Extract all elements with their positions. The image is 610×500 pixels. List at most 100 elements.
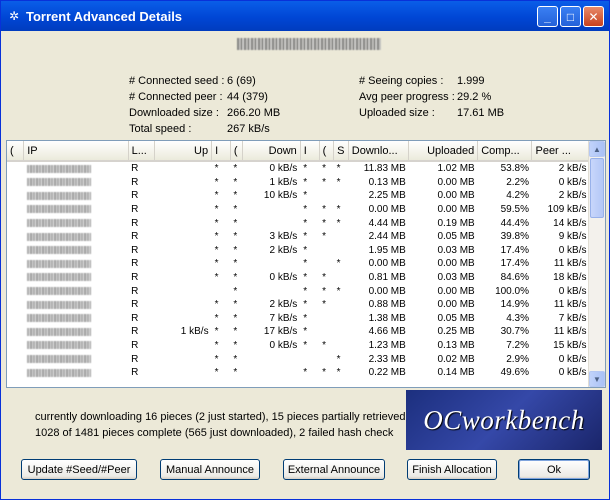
- ip-cell-redacted: [24, 284, 128, 298]
- column-header-down[interactable]: Down: [242, 141, 301, 162]
- table-row[interactable]: R * * 7 kB/s * 1.38 MB 0.05 MB 4.3% 7 kB/s: [7, 312, 590, 326]
- column-header[interactable]: (: [319, 141, 335, 162]
- uploaded-size-label: Uploaded size :: [359, 107, 435, 119]
- table-row[interactable]: R 1 kB/s * * 17 kB/s * 4.66 MB 0.25 MB 30.7% 11 k…: [7, 325, 590, 339]
- table-cell: [154, 216, 211, 230]
- column-header[interactable]: I: [211, 141, 231, 162]
- downloaded-size-label: Downloaded size :: [129, 107, 219, 119]
- table-cell: R: [131, 367, 139, 379]
- row-flag-cell: [7, 161, 24, 176]
- torrent-name-redacted: [237, 38, 381, 50]
- table-cell: [334, 298, 349, 312]
- close-icon[interactable]: ✕: [583, 6, 604, 27]
- table-cell: [334, 312, 349, 326]
- table-cell: *: [303, 204, 308, 216]
- table-row[interactable]: R * * * 2.33 MB 0.02 MB 2.9% 0 kB/s: [7, 352, 590, 366]
- table-row[interactable]: R * * 3 kB/s * * 2.44 MB 0.05 MB 39.8% 9 kB/s: [7, 230, 590, 244]
- ip-redacted: [26, 368, 91, 377]
- vertical-scrollbar[interactable]: ▲ ▼: [588, 141, 605, 387]
- ip-redacted: [26, 314, 91, 323]
- column-header-peer-speed[interactable]: Peer ...: [531, 141, 590, 162]
- column-header-completed[interactable]: Comp...: [477, 141, 533, 162]
- table-cell: R: [131, 217, 139, 229]
- peers-table[interactable]: ( IP L... Up I ( Down I ( S Downlo... Up…: [6, 140, 606, 388]
- table-cell: 0 kB/s: [558, 244, 587, 256]
- table-row[interactable]: R * * 2 kB/s * 1.95 MB 0.03 MB 17.4% 0 kB/s: [7, 244, 590, 258]
- table-cell: 0.05 MB: [437, 312, 475, 324]
- table-cell: 14 kB/s: [553, 217, 587, 229]
- table-cell: 2.25 MB: [368, 190, 406, 202]
- column-header[interactable]: (: [230, 141, 244, 162]
- update-seed-peer-button[interactable]: Update #Seed/#Peer: [21, 459, 137, 480]
- manual-announce-button[interactable]: Manual Announce: [160, 459, 260, 480]
- table-cell: 0 kB/s: [269, 272, 298, 284]
- ip-cell-redacted: [24, 325, 128, 339]
- scroll-down-icon[interactable]: ▼: [589, 371, 605, 387]
- table-cell: *: [214, 190, 219, 202]
- table-row[interactable]: R * * 2 kB/s * * 0.88 MB 0.00 MB 14.9% 11 kB/s: [7, 298, 590, 312]
- table-cell: *: [336, 367, 341, 379]
- downloaded-size-value: 266.20 MB: [227, 107, 281, 119]
- table-cell: *: [322, 231, 326, 243]
- minimize-icon[interactable]: _: [537, 6, 558, 27]
- ip-redacted: [26, 287, 91, 295]
- table-row[interactable]: R * * * * * 4.44 MB 0.19 MB 44.4% 14 kB/s: [7, 216, 590, 230]
- column-header[interactable]: L...: [128, 141, 155, 162]
- table-row[interactable]: R * * * * 0.00 MB 0.00 MB 17.4% 11 kB/s: [7, 257, 590, 271]
- stats-left: # Connected seed :6 (69) # Connected pee…: [129, 73, 280, 137]
- uploaded-size-value: 17.61 MB: [457, 107, 505, 119]
- table-row[interactable]: R * * 0 kB/s * * 1.23 MB 0.13 MB 7.2% 15 kB/s: [7, 339, 590, 353]
- table-cell: 7.2%: [506, 340, 529, 352]
- column-header-uploaded[interactable]: Uploaded: [408, 141, 479, 162]
- table-cell: [319, 244, 334, 258]
- table-cell: 0.00 MB: [437, 258, 475, 270]
- ok-button[interactable]: Ok: [518, 459, 590, 480]
- table-cell: *: [303, 176, 308, 188]
- table-cell: 4.44 MB: [368, 217, 406, 229]
- table-row[interactable]: R * * 0 kB/s * * 0.81 MB 0.03 MB 84.6% 18 kB/s: [7, 271, 590, 285]
- table-cell: *: [322, 217, 326, 229]
- row-flag-cell: [7, 312, 24, 326]
- seeing-copies-value: 1.999: [457, 75, 485, 87]
- table-cell: R: [131, 299, 139, 311]
- table-cell: 39.8%: [500, 231, 529, 243]
- table-cell: 0.00 MB: [368, 258, 406, 270]
- table-row[interactable]: R * * 10 kB/s * 2.25 MB 0.00 MB 4.2% 2 kB/s: [7, 189, 590, 203]
- column-header[interactable]: (: [7, 141, 25, 162]
- column-header[interactable]: I: [300, 141, 320, 162]
- table-cell: 2 kB/s: [269, 244, 298, 256]
- column-header[interactable]: S: [333, 141, 349, 162]
- table-cell: *: [303, 163, 308, 175]
- column-header-ip[interactable]: IP: [23, 141, 129, 162]
- table-cell: 11.83 MB: [363, 163, 406, 175]
- table-row[interactable]: R * * 0 kB/s * * * 11.83 MB 1.02 MB 53.8% 2 kB/s: [7, 161, 590, 176]
- table-cell: *: [214, 326, 219, 338]
- table-cell: [154, 339, 211, 353]
- title-bar[interactable]: ✲ Torrent Advanced Details _ □ ✕: [1, 1, 609, 31]
- table-cell: *: [322, 163, 326, 175]
- column-header-up[interactable]: Up: [154, 141, 213, 162]
- table-cell: R: [131, 326, 139, 338]
- external-announce-button[interactable]: External Announce: [283, 459, 385, 480]
- scroll-up-icon[interactable]: ▲: [589, 141, 605, 157]
- finish-allocation-button[interactable]: Finish Allocation: [407, 459, 497, 480]
- scroll-thumb[interactable]: [590, 158, 604, 218]
- total-speed-label: Total speed :: [129, 123, 192, 135]
- table-cell: *: [233, 353, 238, 365]
- table-cell: 0.02 MB: [437, 353, 475, 365]
- column-header-downloaded[interactable]: Downlo...: [348, 141, 410, 162]
- table-cell: R: [131, 285, 139, 297]
- table-cell: [154, 312, 211, 326]
- table-row[interactable]: R * * * * 0.00 MB 0.00 MB 100.0% 0 kB/s: [7, 284, 590, 298]
- table-row[interactable]: R * * * * * 0.00 MB 0.00 MB 59.5% 109 kB/s: [7, 203, 590, 217]
- table-cell: 44.4%: [500, 217, 529, 229]
- window-title: Torrent Advanced Details: [26, 8, 183, 24]
- table-cell: *: [303, 340, 308, 352]
- table-cell: *: [214, 272, 219, 284]
- row-flag-cell: [7, 189, 24, 203]
- table-cell: 2.9%: [506, 353, 529, 365]
- table-row[interactable]: R * * 1 kB/s * * * 0.13 MB 0.00 MB 2.2% 0 kB/s: [7, 176, 590, 190]
- table-cell: 2 kB/s: [558, 190, 587, 202]
- table-row[interactable]: R * * * * * 0.22 MB 0.14 MB 49.6% 0 kB/s: [7, 366, 590, 380]
- maximize-icon[interactable]: □: [560, 6, 581, 27]
